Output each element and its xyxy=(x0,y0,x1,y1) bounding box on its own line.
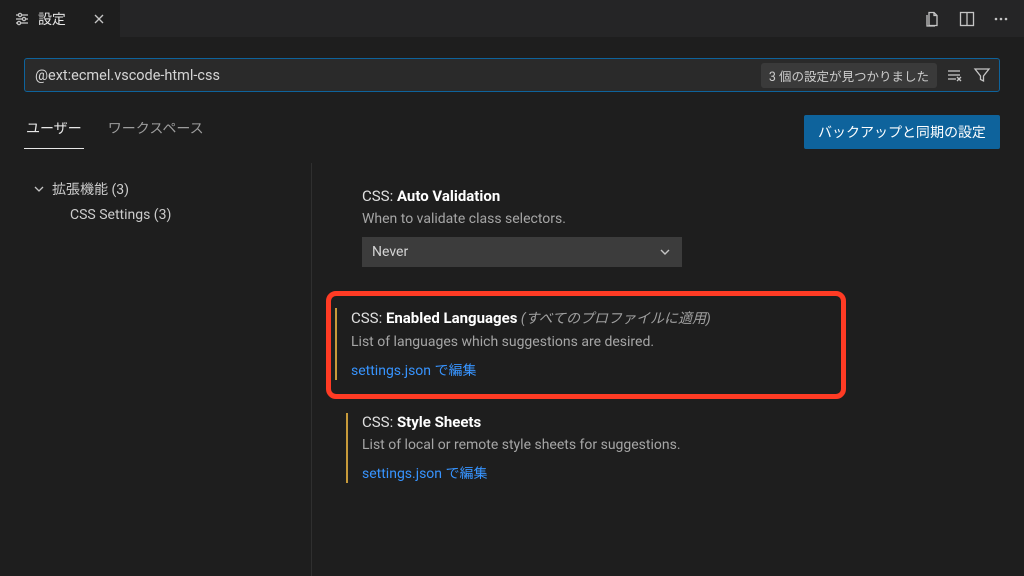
search-result-count: 3 個の設定が見つかりました xyxy=(761,63,937,88)
settings-search[interactable]: 3 個の設定が見つかりました xyxy=(24,58,1000,92)
setting-description: List of languages which suggestions are … xyxy=(351,334,827,350)
settings-subhead: ユーザー ワークスペース バックアップと同期の設定 xyxy=(24,110,1000,149)
chevron-down-icon xyxy=(32,182,46,196)
settings-tab-label: 設定 xyxy=(38,9,66,29)
edit-in-settings-json-link[interactable]: settings.json で編集 xyxy=(351,360,827,380)
tabbar-left: 設定 xyxy=(0,0,121,37)
setting-title: CSS: Style Sheets xyxy=(362,413,1000,431)
tabbar-actions xyxy=(910,0,1024,37)
settings-sliders-icon xyxy=(14,11,30,27)
backup-sync-button[interactable]: バックアップと同期の設定 xyxy=(804,115,1000,149)
setting-auto-validation: CSS: Auto Validation When to validate cl… xyxy=(346,187,1000,267)
search-action-icons xyxy=(945,66,991,84)
scope-tab-user[interactable]: ユーザー xyxy=(24,110,84,149)
editor-tabbar: 設定 xyxy=(0,0,1024,38)
tree-css-settings[interactable]: CSS Settings (3) xyxy=(32,203,311,227)
edit-in-settings-json-link[interactable]: settings.json で編集 xyxy=(362,463,1000,483)
tree-css-settings-label: CSS Settings (3) xyxy=(70,207,171,223)
settings-content: 3 個の設定が見つかりました ユーザー ワークスペース バックアップと同期の設定 xyxy=(0,38,1024,576)
tree-extensions-label: 拡張機能 (3) xyxy=(52,179,129,199)
select-value: Never xyxy=(372,244,408,260)
split-editor-icon[interactable] xyxy=(958,10,976,28)
auto-validation-select[interactable]: Never xyxy=(362,237,682,267)
setting-enabled-languages: CSS: Enabled Languages (すべてのプロファイルに適用) L… xyxy=(335,308,827,380)
setting-style-sheets: CSS: Style Sheets List of local or remot… xyxy=(346,413,1000,483)
scope-tabs: ユーザー ワークスペース xyxy=(24,110,206,149)
tree-extensions[interactable]: 拡張機能 (3) xyxy=(32,175,311,203)
chevron-down-icon xyxy=(658,245,672,259)
clear-search-icon[interactable] xyxy=(945,66,963,84)
close-icon[interactable] xyxy=(92,12,106,26)
settings-sidebar: 拡張機能 (3) CSS Settings (3) xyxy=(24,163,312,576)
highlight-box: CSS: Enabled Languages (すべてのプロファイルに適用) L… xyxy=(326,291,846,399)
setting-description: When to validate class selectors. xyxy=(362,211,1000,227)
setting-title: CSS: Enabled Languages (すべてのプロファイルに適用) xyxy=(351,308,827,328)
setting-title: CSS: Auto Validation xyxy=(362,187,1000,205)
open-file-icon[interactable] xyxy=(924,10,942,28)
more-icon[interactable] xyxy=(992,10,1010,28)
setting-description: List of local or remote style sheets for… xyxy=(362,437,1000,453)
settings-list: CSS: Auto Validation When to validate cl… xyxy=(312,163,1000,576)
scope-tab-workspace[interactable]: ワークスペース xyxy=(106,110,206,149)
settings-body: 拡張機能 (3) CSS Settings (3) CSS: Auto Vali… xyxy=(24,163,1000,576)
settings-search-input[interactable] xyxy=(35,67,753,84)
filter-icon[interactable] xyxy=(973,66,991,84)
settings-tab[interactable]: 設定 xyxy=(0,0,121,37)
